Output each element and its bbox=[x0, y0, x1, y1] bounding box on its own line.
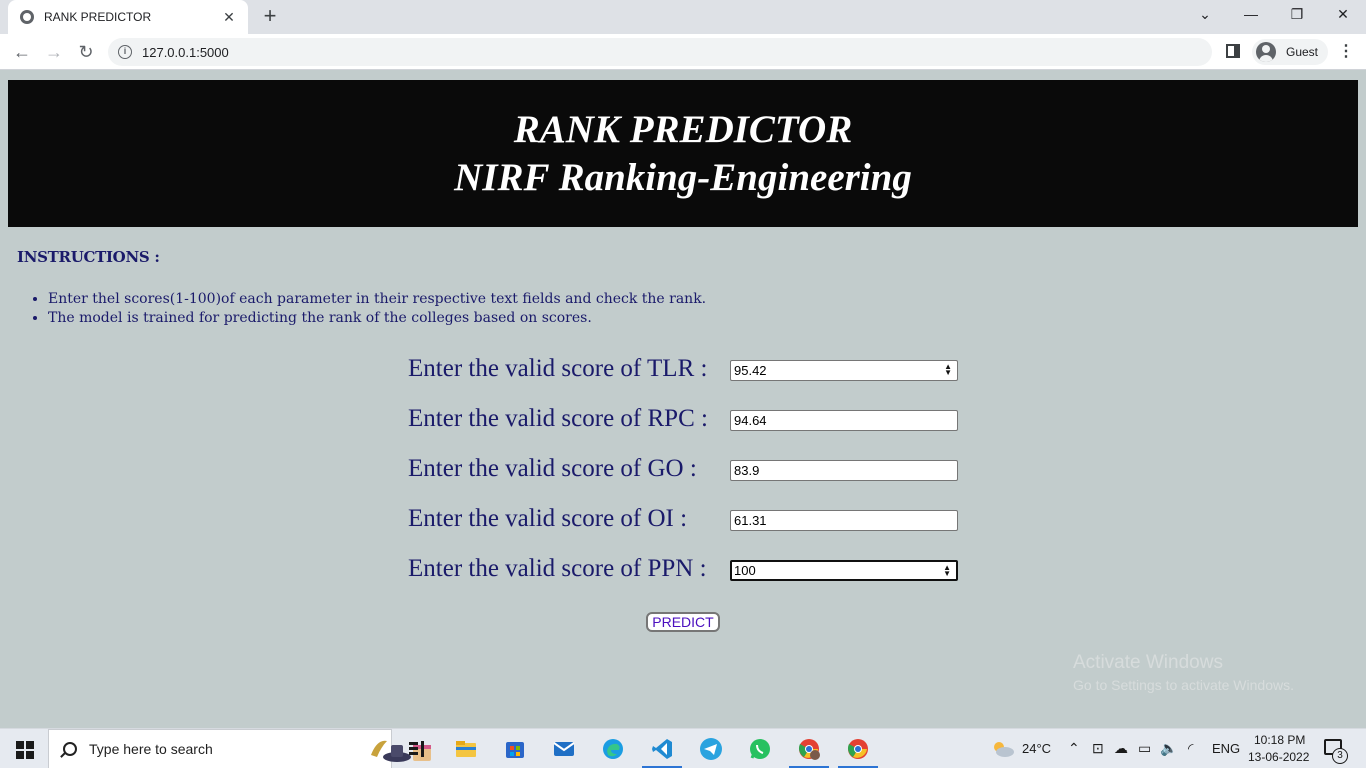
profile-button[interactable]: Guest bbox=[1252, 39, 1329, 65]
onedrive-icon[interactable]: ☁ bbox=[1114, 740, 1128, 757]
browser-tab[interactable]: RANK PREDICTOR ✕ bbox=[8, 0, 248, 34]
rpc-input[interactable]: 94.64 bbox=[730, 410, 958, 431]
form-row-tlr: Enter the valid score of TLR : 95.42 ▲ ▼ bbox=[408, 354, 968, 384]
go-value: 83.9 bbox=[734, 463, 760, 478]
form-row-oi: Enter the valid score of OI : 61.31 bbox=[408, 504, 968, 534]
ppn-label: Enter the valid score of PPN : bbox=[408, 555, 707, 582]
store-icon[interactable] bbox=[503, 737, 527, 761]
activate-windows-title: Activate Windows bbox=[1073, 652, 1223, 673]
oi-input[interactable]: 61.31 bbox=[730, 510, 958, 531]
ppn-value: 100 bbox=[734, 563, 756, 578]
temperature[interactable]: 24°C bbox=[1022, 741, 1051, 756]
page-title: RANK PREDICTOR bbox=[513, 108, 853, 151]
page-header: RANK PREDICTOR NIRF Ranking-Engineering bbox=[8, 80, 1358, 227]
restore-button[interactable]: ❐ bbox=[1282, 4, 1312, 24]
file-explorer-icon[interactable] bbox=[454, 737, 478, 761]
new-tab-button[interactable]: + bbox=[259, 5, 281, 27]
search-icon bbox=[63, 742, 77, 756]
weather-icon[interactable] bbox=[990, 739, 1016, 759]
ppn-input[interactable]: 100 ▲ ▼ bbox=[730, 560, 958, 581]
chevron-up-icon[interactable]: ⌃ bbox=[1068, 740, 1080, 757]
reload-icon[interactable]: ↻ bbox=[74, 40, 98, 64]
close-tab-icon[interactable]: ✕ bbox=[220, 9, 238, 26]
tlr-value: 95.42 bbox=[734, 363, 767, 378]
form-row-rpc: Enter the valid score of RPC : 94.64 bbox=[408, 404, 968, 434]
battery-icon[interactable]: ▭ bbox=[1138, 740, 1151, 757]
activate-windows-subtitle: Go to Settings to activate Windows. bbox=[1073, 677, 1294, 693]
oi-label: Enter the valid score of OI : bbox=[408, 505, 688, 532]
close-window-button[interactable]: ✕ bbox=[1328, 4, 1358, 24]
site-info-icon[interactable]: i bbox=[118, 45, 132, 59]
profile-label: Guest bbox=[1286, 45, 1319, 59]
windows-start-icon[interactable] bbox=[16, 741, 34, 759]
go-label: Enter the valid score of GO : bbox=[408, 455, 697, 482]
telegram-icon[interactable] bbox=[699, 737, 723, 761]
spinner-icon[interactable]: ▲ ▼ bbox=[944, 363, 952, 377]
rpc-label: Enter the valid score of RPC : bbox=[408, 405, 708, 432]
tab-strip: RANK PREDICTOR ✕ + ⌄ — ❐ ✕ bbox=[0, 0, 1366, 34]
minimize-button[interactable]: — bbox=[1236, 4, 1266, 24]
forward-icon[interactable]: → bbox=[42, 40, 66, 64]
page-viewport: RANK PREDICTOR NIRF Ranking-Engineering … bbox=[0, 71, 1366, 728]
form-row-go: Enter the valid score of GO : 83.9 bbox=[408, 454, 968, 484]
vscode-icon[interactable] bbox=[650, 737, 674, 761]
browser-toolbar: ← → ↻ i 127.0.0.1:5000 Guest ⋮ bbox=[0, 34, 1366, 70]
menu-icon[interactable]: ⋮ bbox=[1338, 42, 1354, 62]
spinner-icon[interactable]: ▲ ▼ bbox=[943, 564, 951, 578]
tab-title: RANK PREDICTOR bbox=[44, 10, 152, 24]
side-panel-icon[interactable] bbox=[1226, 44, 1240, 58]
mail-icon[interactable] bbox=[552, 737, 576, 761]
avatar-icon bbox=[1256, 42, 1276, 62]
instruction-item: Enter thel scores(1-100)of each paramete… bbox=[48, 290, 706, 309]
tlr-label: Enter the valid score of TLR : bbox=[408, 355, 708, 382]
search-placeholder: Type here to search bbox=[89, 741, 213, 757]
go-input[interactable]: 83.9 bbox=[730, 460, 958, 481]
edge-icon[interactable] bbox=[601, 737, 625, 761]
globe-icon bbox=[20, 10, 34, 24]
back-icon[interactable]: ← bbox=[10, 40, 34, 64]
taskbar: Type here to search 24°C ⌃ ⊡ ☁ ▭ 🔈 ◜ ENG… bbox=[0, 728, 1366, 768]
wifi-icon[interactable]: ◜ bbox=[1188, 740, 1193, 757]
form-row-ppn: Enter the valid score of PPN : 100 ▲ ▼ bbox=[408, 554, 968, 584]
tlr-input[interactable]: 95.42 ▲ ▼ bbox=[730, 360, 958, 381]
address-bar[interactable]: i 127.0.0.1:5000 bbox=[108, 38, 1212, 66]
tab-search-icon[interactable]: ⌄ bbox=[1190, 4, 1220, 24]
meet-now-icon[interactable]: ⊡ bbox=[1092, 740, 1104, 757]
predict-button[interactable]: PREDICT bbox=[646, 612, 720, 632]
task-view-icon[interactable] bbox=[405, 737, 429, 761]
language-indicator[interactable]: ENG bbox=[1212, 741, 1240, 756]
chrome-icon[interactable] bbox=[846, 737, 870, 761]
oi-value: 61.31 bbox=[734, 513, 767, 528]
notification-count: 3 bbox=[1332, 748, 1348, 764]
whatsapp-icon[interactable] bbox=[748, 737, 772, 761]
instructions-list: Enter thel scores(1-100)of each paramete… bbox=[48, 290, 706, 328]
instructions-heading: INSTRUCTIONS : bbox=[17, 248, 160, 266]
clock-time[interactable]: 10:18 PM bbox=[1254, 733, 1305, 747]
url-text[interactable]: 127.0.0.1:5000 bbox=[142, 45, 229, 60]
taskbar-search[interactable]: Type here to search bbox=[48, 729, 431, 768]
rpc-value: 94.64 bbox=[734, 413, 767, 428]
instruction-item: The model is trained for predicting the … bbox=[48, 309, 706, 328]
chrome-profile-icon[interactable] bbox=[797, 737, 821, 761]
clock-date[interactable]: 13-06-2022 bbox=[1248, 750, 1309, 764]
page-subtitle: NIRF Ranking-Engineering bbox=[454, 156, 912, 199]
volume-icon[interactable]: 🔈 bbox=[1160, 740, 1177, 757]
